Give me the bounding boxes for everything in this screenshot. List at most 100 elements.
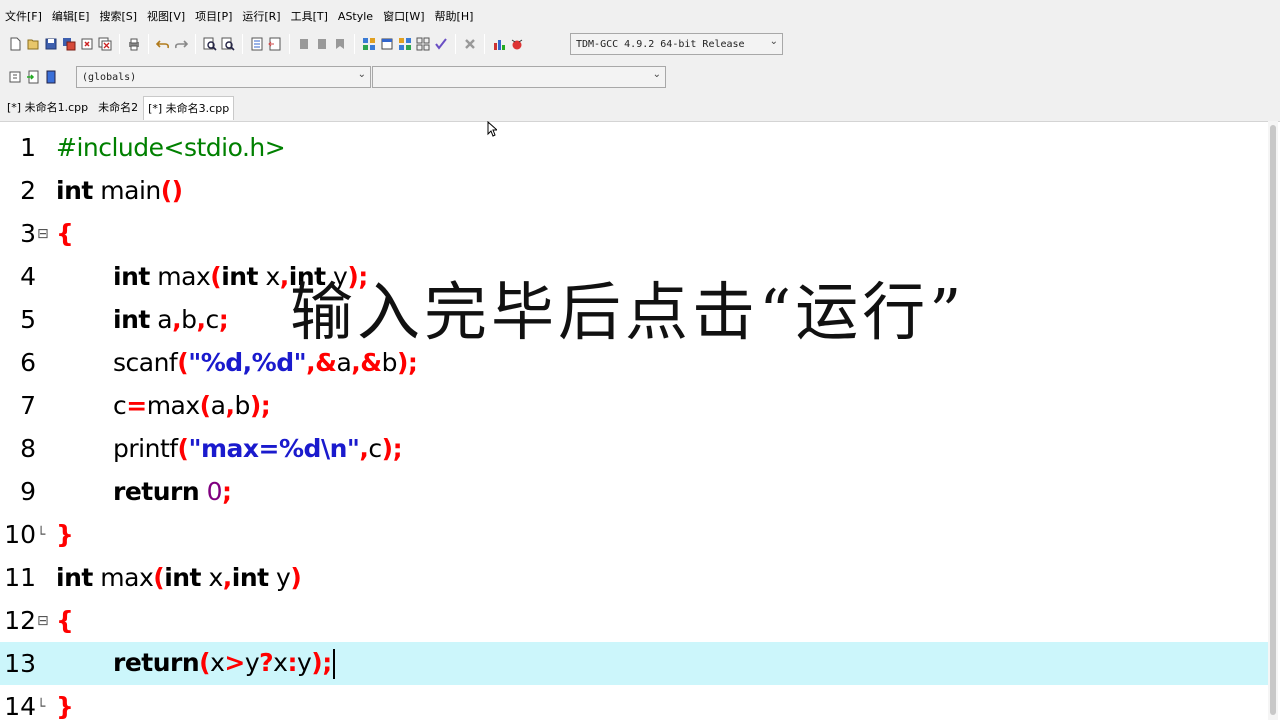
scrollbar-thumb[interactable] [1270, 125, 1276, 715]
goto-icon[interactable] [314, 35, 330, 53]
line-number: 8 [20, 434, 36, 463]
new-file-icon[interactable] [7, 35, 23, 53]
chevron-down-icon: ⌄ [357, 69, 366, 80]
line-number: 5 [20, 305, 36, 334]
close-icon[interactable] [79, 35, 95, 53]
save-all-icon[interactable] [61, 35, 77, 53]
symbol-select[interactable]: ⌄ [372, 66, 666, 88]
save-icon[interactable] [43, 35, 59, 53]
remove-file-icon[interactable] [43, 68, 59, 86]
undo-icon[interactable] [155, 35, 171, 53]
indent-icon[interactable] [249, 35, 265, 53]
code-text: { [56, 606, 74, 635]
line-number: 12 [4, 606, 36, 635]
menu-view[interactable]: 视图[V] [142, 8, 190, 24]
fold-collapse-icon[interactable]: ⊟ [37, 613, 49, 629]
line-number: 13 [4, 649, 36, 678]
text-caret [332, 649, 335, 679]
code-line: 11 int max(int x,int y) [0, 556, 1268, 599]
menu-tools[interactable]: 工具[T] [286, 8, 333, 24]
code-line: 12 ⊟ { [0, 599, 1268, 642]
add-file-icon[interactable] [25, 68, 41, 86]
compiler-select-value: TDM-GCC 4.9.2 64-bit Release [576, 38, 745, 50]
unindent-icon[interactable] [267, 35, 283, 53]
replace-icon[interactable] [220, 35, 236, 53]
code-text: return 0; [113, 477, 232, 506]
close-all-icon[interactable] [97, 35, 113, 53]
code-line: 8 printf("max=%d\n",c); [0, 427, 1268, 470]
main-toolbar [6, 31, 526, 57]
line-number: 3 [20, 219, 36, 248]
mouse-pointer-icon [487, 121, 497, 137]
code-line: 7 c=max(a,b); [0, 384, 1268, 427]
menu-astyle[interactable]: AStyle [333, 10, 378, 23]
code-text: int max(int x,int y) [56, 563, 302, 592]
chart-icon[interactable] [491, 35, 507, 53]
menu-search[interactable]: 搜索[S] [94, 8, 142, 24]
code-line: 10 └ } [0, 513, 1268, 556]
tab-file-2[interactable]: 未命名2 [93, 95, 143, 120]
print-icon[interactable] [126, 35, 142, 53]
tab-file-3[interactable]: [*] 未命名3.cpp [143, 96, 235, 120]
code-text: } [56, 520, 74, 549]
toolbar-separator [119, 34, 120, 54]
overlay-caption: 输入完毕后点击“运行” [290, 276, 966, 349]
code-text: #include<stdio.h> [56, 133, 286, 162]
menu-window[interactable]: 窗口[W] [378, 8, 429, 24]
stop-icon[interactable] [462, 35, 478, 53]
scope-select[interactable]: (globals) ⌄ [76, 66, 371, 88]
vertical-scrollbar[interactable] [1268, 121, 1278, 720]
fold-end-icon: └ [37, 698, 46, 715]
open-file-icon[interactable] [25, 35, 41, 53]
code-line: 1 #include<stdio.h> [0, 126, 1268, 169]
menu-run[interactable]: 运行[R] [237, 8, 285, 24]
redo-icon[interactable] [173, 35, 189, 53]
debug-icon[interactable] [509, 35, 525, 53]
compile-icon[interactable] [361, 35, 377, 53]
check-icon[interactable] [433, 35, 449, 53]
line-number: 11 [4, 563, 36, 592]
code-text: c=max(a,b); [113, 391, 271, 420]
run-icon[interactable] [379, 35, 395, 53]
scope-select-value: (globals) [82, 71, 137, 83]
bookmark-icon[interactable] [296, 35, 312, 53]
fold-collapse-icon[interactable]: ⊟ [37, 226, 49, 242]
code-text: printf("max=%d\n",c); [113, 434, 403, 463]
toolbar-separator [148, 34, 149, 54]
code-text: int a,b,c; [113, 305, 229, 334]
code-text: int main() [56, 176, 183, 205]
project-toolbar [6, 64, 60, 90]
code-line: 14 └ } [0, 685, 1268, 720]
code-text: return(x>y?x:y); [113, 648, 335, 679]
line-number: 6 [20, 348, 36, 377]
rebuild-icon[interactable] [415, 35, 431, 53]
chevron-down-icon: ⌄ [652, 69, 661, 80]
line-number: 4 [20, 262, 36, 291]
menu-project[interactable]: 项目[P] [190, 8, 237, 24]
tab-file-1[interactable]: [*] 未命名1.cpp [2, 95, 93, 120]
menu-help[interactable]: 帮助[H] [430, 8, 479, 24]
menu-edit[interactable]: 编辑[E] [47, 8, 95, 24]
fold-end-icon: └ [37, 526, 46, 543]
menu-file[interactable]: 文件[F] [0, 8, 47, 24]
find-icon[interactable] [202, 35, 218, 53]
line-number: 9 [20, 477, 36, 506]
toolbar-separator [195, 34, 196, 54]
compiler-select[interactable]: TDM-GCC 4.9.2 64-bit Release ⌄ [570, 33, 783, 55]
line-number: 7 [20, 391, 36, 420]
new-project-icon[interactable] [7, 68, 23, 86]
toolbar-separator [242, 34, 243, 54]
line-number: 1 [20, 133, 36, 162]
toolbar-separator [455, 34, 456, 54]
menu-bar: 文件[F] 编辑[E] 搜索[S] 视图[V] 项目[P] 运行[R] 工具[T… [0, 6, 478, 26]
toggle-bookmark-icon[interactable] [332, 35, 348, 53]
devcpp-window: 文件[F] 编辑[E] 搜索[S] 视图[V] 项目[P] 运行[R] 工具[T… [0, 0, 1280, 720]
code-line: 2 int main() [0, 169, 1268, 212]
line-number: 14 [4, 692, 36, 720]
toolbar-separator [354, 34, 355, 54]
toolbar-separator [484, 34, 485, 54]
toolbar-separator [289, 34, 290, 54]
code-text: } [56, 692, 74, 720]
compile-run-icon[interactable] [397, 35, 413, 53]
line-number: 2 [20, 176, 36, 205]
